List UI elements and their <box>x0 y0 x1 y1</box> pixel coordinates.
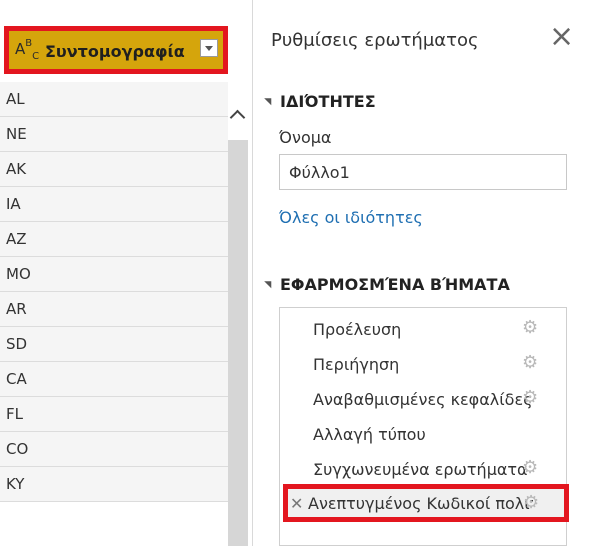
step-label: Ανεπτυγμένος Κωδικοί πολιτ... <box>308 494 533 513</box>
step-changed-type[interactable]: Αλλαγή τύπου <box>280 417 568 451</box>
grid-row[interactable]: AZ <box>0 222 228 257</box>
applied-steps-list: Προέλευση ⚙ Περιήγηση ⚙ Αναβαθμισμένες κ… <box>279 307 569 546</box>
name-label: Όνομα <box>279 128 332 147</box>
applied-steps-heading: ΕΦΑΡΜΟΣΜΈΝΑ ΒΉΜΑΤΑ <box>280 275 510 294</box>
collapse-triangle-icon <box>264 277 275 288</box>
step-label: Περιήγηση <box>313 355 400 374</box>
grid-row[interactable]: KY <box>0 467 228 502</box>
grid-row[interactable]: AL <box>0 82 228 117</box>
step-navigation[interactable]: Περιήγηση ⚙ <box>280 347 568 381</box>
scroll-up-arrow-icon[interactable] <box>229 109 246 126</box>
data-grid: ABC Συντομογραφία AL NE AK IA AZ MO AR SD CA FL CO… <box>0 0 248 546</box>
panel-title: Ρυθμίσεις ερωτήματος <box>271 30 479 51</box>
gear-icon[interactable]: ⚙ <box>522 317 538 338</box>
grid-row[interactable]: SD <box>0 327 228 362</box>
grid-row[interactable]: FL <box>0 397 228 432</box>
scrollbar-thumb[interactable] <box>228 140 248 546</box>
step-promoted-headers[interactable]: Αναβαθμισμένες κεφαλίδες ⚙ <box>280 382 568 416</box>
grid-row[interactable]: AR <box>0 292 228 327</box>
grid-row[interactable]: AK <box>0 152 228 187</box>
query-settings-panel: Ρυθμίσεις ερωτήματος × ΙΔΙΌΤΗΤΕΣ Όνομα Ό… <box>253 0 596 546</box>
step-label: Αναβαθμισμένες κεφαλίδες <box>313 390 533 409</box>
grid-rows: AL NE AK IA AZ MO AR SD CA FL CO KY <box>0 82 228 502</box>
properties-section-header[interactable]: ΙΔΙΌΤΗΤΕΣ <box>264 92 376 111</box>
step-label: Συγχωνευμένα ερωτήματα <box>313 460 528 479</box>
collapse-triangle-icon <box>264 94 275 105</box>
step-label: Προέλευση <box>313 320 402 339</box>
query-name-input[interactable] <box>279 154 567 190</box>
grid-row[interactable]: IA <box>0 187 228 222</box>
column-header-abbreviation[interactable]: ABC Συντομογραφία <box>4 26 228 74</box>
step-expanded-selected[interactable]: ✕ Ανεπτυγμένος Κωδικοί πολιτ... ⚙ <box>283 484 569 522</box>
gear-icon[interactable]: ⚙ <box>522 387 538 408</box>
grid-row[interactable]: MO <box>0 257 228 292</box>
gear-icon[interactable]: ⚙ <box>522 457 538 478</box>
column-title: Συντομογραφία <box>45 42 185 61</box>
close-icon[interactable]: × <box>549 22 574 52</box>
grid-row[interactable]: NE <box>0 117 228 152</box>
vertical-scrollbar[interactable] <box>228 82 248 546</box>
grid-row[interactable]: CO <box>0 432 228 467</box>
gear-icon[interactable]: ⚙ <box>523 492 539 513</box>
step-label: Αλλαγή τύπου <box>313 425 426 444</box>
gear-icon[interactable]: ⚙ <box>522 352 538 373</box>
column-filter-dropdown-icon[interactable] <box>200 39 218 57</box>
all-properties-link[interactable]: Όλες οι ιδιότητες <box>279 208 423 227</box>
text-type-icon[interactable]: ABC <box>15 39 39 62</box>
grid-row[interactable]: CA <box>0 362 228 397</box>
step-source[interactable]: Προέλευση ⚙ <box>280 312 568 346</box>
applied-steps-section-header[interactable]: ΕΦΑΡΜΟΣΜΈΝΑ ΒΉΜΑΤΑ <box>264 275 510 294</box>
delete-step-icon[interactable]: ✕ <box>290 494 303 513</box>
properties-heading: ΙΔΙΌΤΗΤΕΣ <box>280 92 376 111</box>
step-merged-queries[interactable]: Συγχωνευμένα ερωτήματα ⚙ <box>280 452 568 486</box>
